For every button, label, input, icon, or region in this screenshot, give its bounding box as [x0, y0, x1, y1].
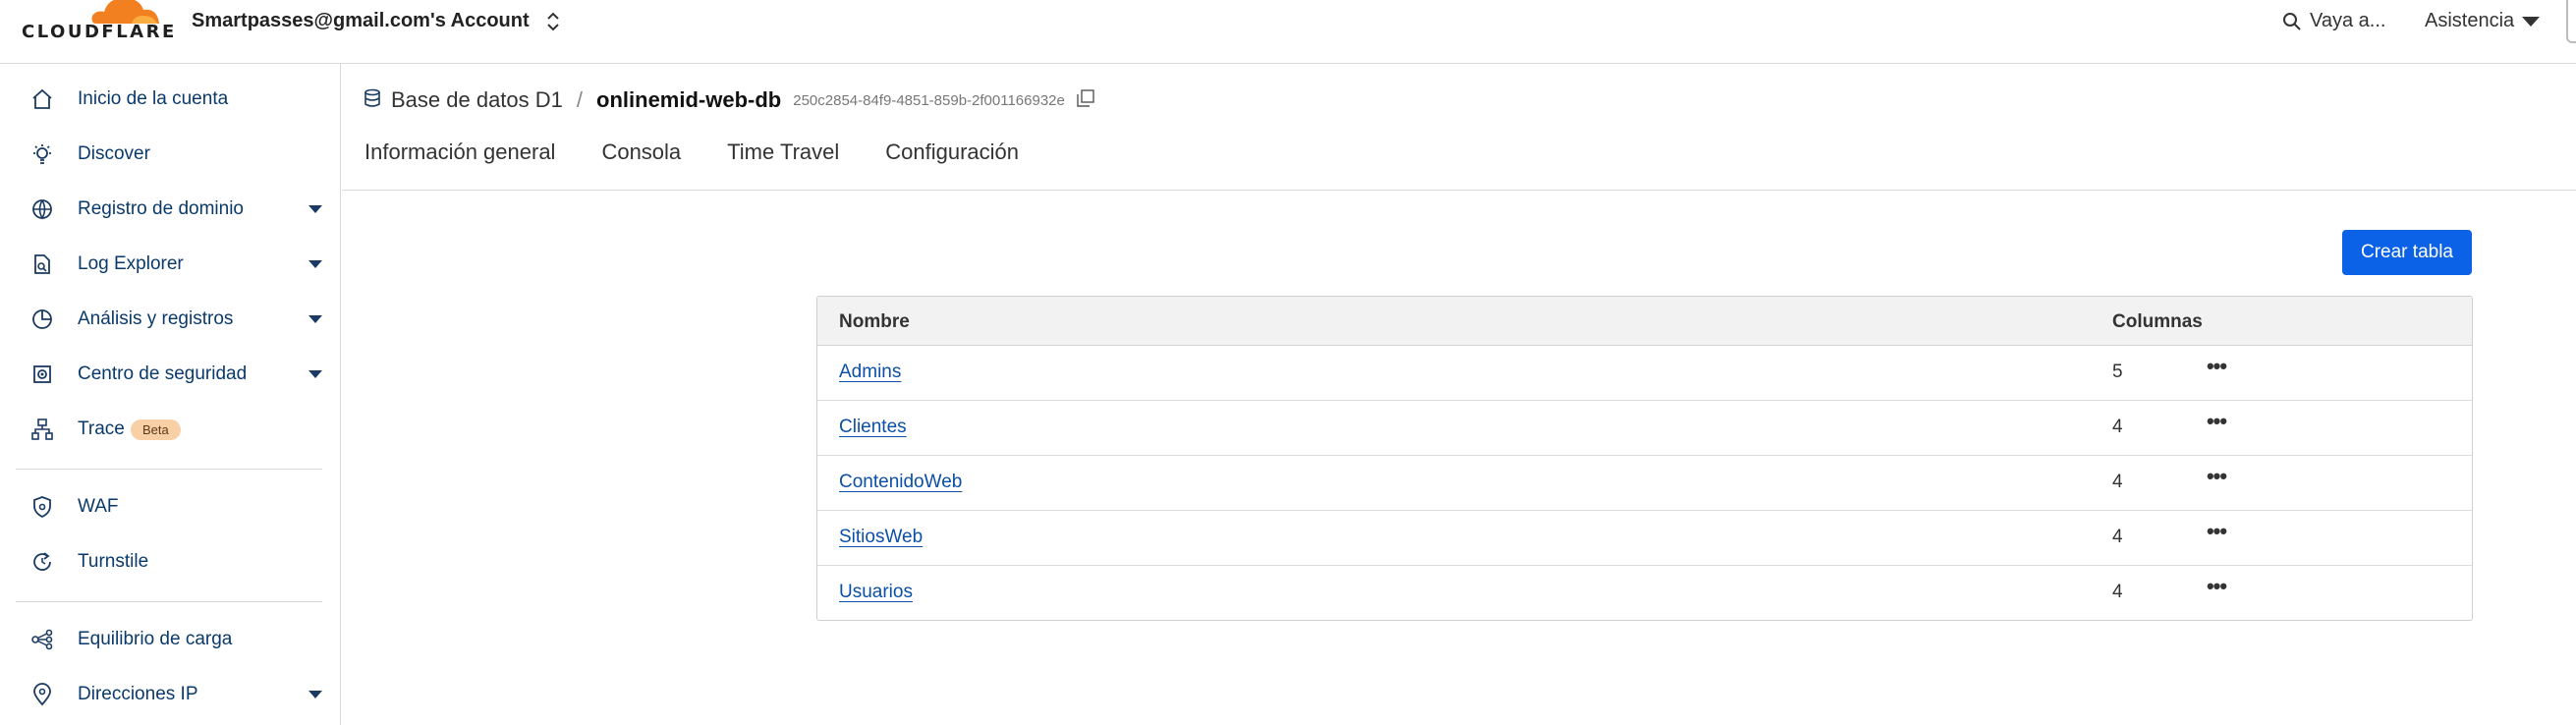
refresh-icon [29, 549, 55, 575]
table-name-link[interactable]: Usuarios [839, 582, 913, 603]
sidebar-item-label: WAF [78, 496, 119, 517]
sidebar-item-turnstile[interactable]: Turnstile [0, 540, 341, 584]
sidebar-item-centro-seguridad[interactable]: Centro de seguridad [0, 353, 341, 396]
column-count: 5 [2112, 362, 2123, 382]
sidebar-item-label: Log Explorer [78, 253, 184, 274]
globe-icon [29, 196, 55, 222]
sidebar-item-direcciones-ip[interactable]: Direcciones IP [0, 673, 341, 716]
sidebar-item-label: Inicio de la cuenta [78, 88, 229, 109]
sidebar-item-label: Turnstile [78, 551, 149, 572]
sidebar-item-log-explorer[interactable]: Log Explorer [0, 243, 341, 286]
document-search-icon [29, 251, 55, 277]
lightbulb-icon [29, 141, 55, 167]
tabs-divider [342, 190, 2576, 191]
sidebar-item-label: Registro de dominio [78, 198, 244, 219]
tab-bar: Información general Consola Time Travel … [364, 139, 1065, 179]
sidebar-item-discover[interactable]: Discover [0, 133, 341, 176]
pie-chart-icon [29, 307, 55, 332]
search-label: Vaya a... [2310, 10, 2386, 31]
account-name: Smartpasses@gmail.com's Account [192, 10, 530, 31]
database-id: 250c2854-84f9-4851-859b-2f001166932e [793, 91, 1065, 109]
sidebar-item-label: Discover [78, 143, 150, 164]
cloudflare-logo[interactable]: CLOUDFLARE [22, 0, 174, 43]
sidebar-item-analisis[interactable]: Análisis y registros [0, 298, 341, 341]
location-pin-icon [29, 682, 55, 707]
sidebar-item-label: Equilibrio de carga [78, 629, 233, 649]
column-count: 4 [2112, 582, 2123, 602]
network-icon [29, 417, 55, 442]
security-center-icon [29, 362, 55, 387]
expand-caret-icon[interactable] [308, 260, 322, 268]
table-name-link[interactable]: SitiosWeb [839, 527, 923, 548]
sidebar-item-inicio[interactable]: Inicio de la cuenta [0, 78, 341, 121]
sidebar-item-label: Análisis y registros [78, 308, 234, 329]
sidebar-item-label: Centro de seguridad [78, 363, 248, 384]
table-header: Nombre Columnas [817, 297, 2472, 346]
tab-consola[interactable]: Consola [601, 139, 681, 179]
help-menu[interactable]: Asistencia [2425, 10, 2541, 32]
user-menu-edge[interactable] [2566, 0, 2576, 43]
load-balancer-icon [29, 627, 55, 652]
table-name-link[interactable]: ContenidoWeb [839, 472, 962, 493]
tab-configuracion[interactable]: Configuración [885, 139, 1019, 179]
more-options-icon[interactable]: ••• [2198, 466, 2235, 497]
column-count: 4 [2112, 527, 2123, 547]
sidebar-divider [16, 469, 322, 470]
tab-time-travel[interactable]: Time Travel [727, 139, 839, 179]
create-table-button[interactable]: Crear tabla [2342, 230, 2472, 275]
expand-caret-icon[interactable] [308, 370, 322, 378]
column-header-columnas: Columnas [2112, 311, 2203, 332]
more-options-icon[interactable]: ••• [2198, 356, 2235, 387]
sidebar-divider [16, 601, 322, 602]
table-row: ContenidoWeb 4 ••• [817, 456, 2472, 511]
tables-table: Nombre Columnas Admins 5 ••• Clientes 4 … [816, 296, 2473, 621]
sidebar-item-waf[interactable]: WAF [0, 485, 341, 529]
expand-caret-icon[interactable] [308, 205, 322, 213]
help-label: Asistencia [2425, 10, 2515, 31]
sidebar-item-label: Direcciones IP [78, 684, 198, 704]
sidebar-item-trace[interactable]: Trace Beta [0, 408, 341, 451]
table-row: Usuarios 4 ••• [817, 566, 2472, 620]
caret-down-icon [2522, 16, 2541, 27]
go-to-search[interactable]: Vaya a... [2282, 10, 2385, 32]
search-icon [2283, 12, 2301, 30]
database-icon [364, 88, 381, 113]
expand-caret-icon[interactable] [308, 691, 322, 698]
breadcrumb: Base de datos D1 / onlinemid-web-db 250c… [364, 84, 1094, 116]
tab-informacion-general[interactable]: Información general [364, 139, 555, 179]
top-bar: CLOUDFLARE Smartpasses@gmail.com's Accou… [0, 0, 2576, 64]
column-count: 4 [2112, 417, 2123, 437]
account-switcher[interactable]: Smartpasses@gmail.com's Account [192, 10, 561, 32]
table-name-link[interactable]: Admins [839, 362, 901, 383]
more-options-icon[interactable]: ••• [2198, 411, 2235, 442]
breadcrumb-d1-link[interactable]: Base de datos D1 [391, 87, 563, 113]
database-name: onlinemid-web-db [596, 87, 782, 112]
expand-caret-icon[interactable] [308, 315, 322, 323]
breadcrumb-separator: / [576, 87, 584, 112]
chevron-up-down-icon [545, 11, 561, 32]
sidebar-item-label: Trace [78, 418, 125, 439]
sidebar-item-equilibrio-carga[interactable]: Equilibrio de carga [0, 618, 341, 661]
sidebar: Inicio de la cuenta Discover Registro de… [0, 64, 341, 725]
copy-icon[interactable] [1077, 88, 1094, 112]
table-row: Admins 5 ••• [817, 346, 2472, 401]
shield-icon [29, 494, 55, 520]
more-options-icon[interactable]: ••• [2198, 576, 2235, 607]
logo-wordmark: CLOUDFLARE [22, 22, 177, 42]
column-header-nombre: Nombre [839, 311, 910, 332]
column-count: 4 [2112, 472, 2123, 492]
table-row: SitiosWeb 4 ••• [817, 511, 2472, 566]
home-icon [29, 86, 55, 112]
more-options-icon[interactable]: ••• [2198, 521, 2235, 552]
table-name-link[interactable]: Clientes [839, 417, 907, 438]
table-row: Clientes 4 ••• [817, 401, 2472, 456]
beta-badge: Beta [131, 418, 181, 440]
sidebar-item-registro-dominio[interactable]: Registro de dominio [0, 188, 341, 231]
